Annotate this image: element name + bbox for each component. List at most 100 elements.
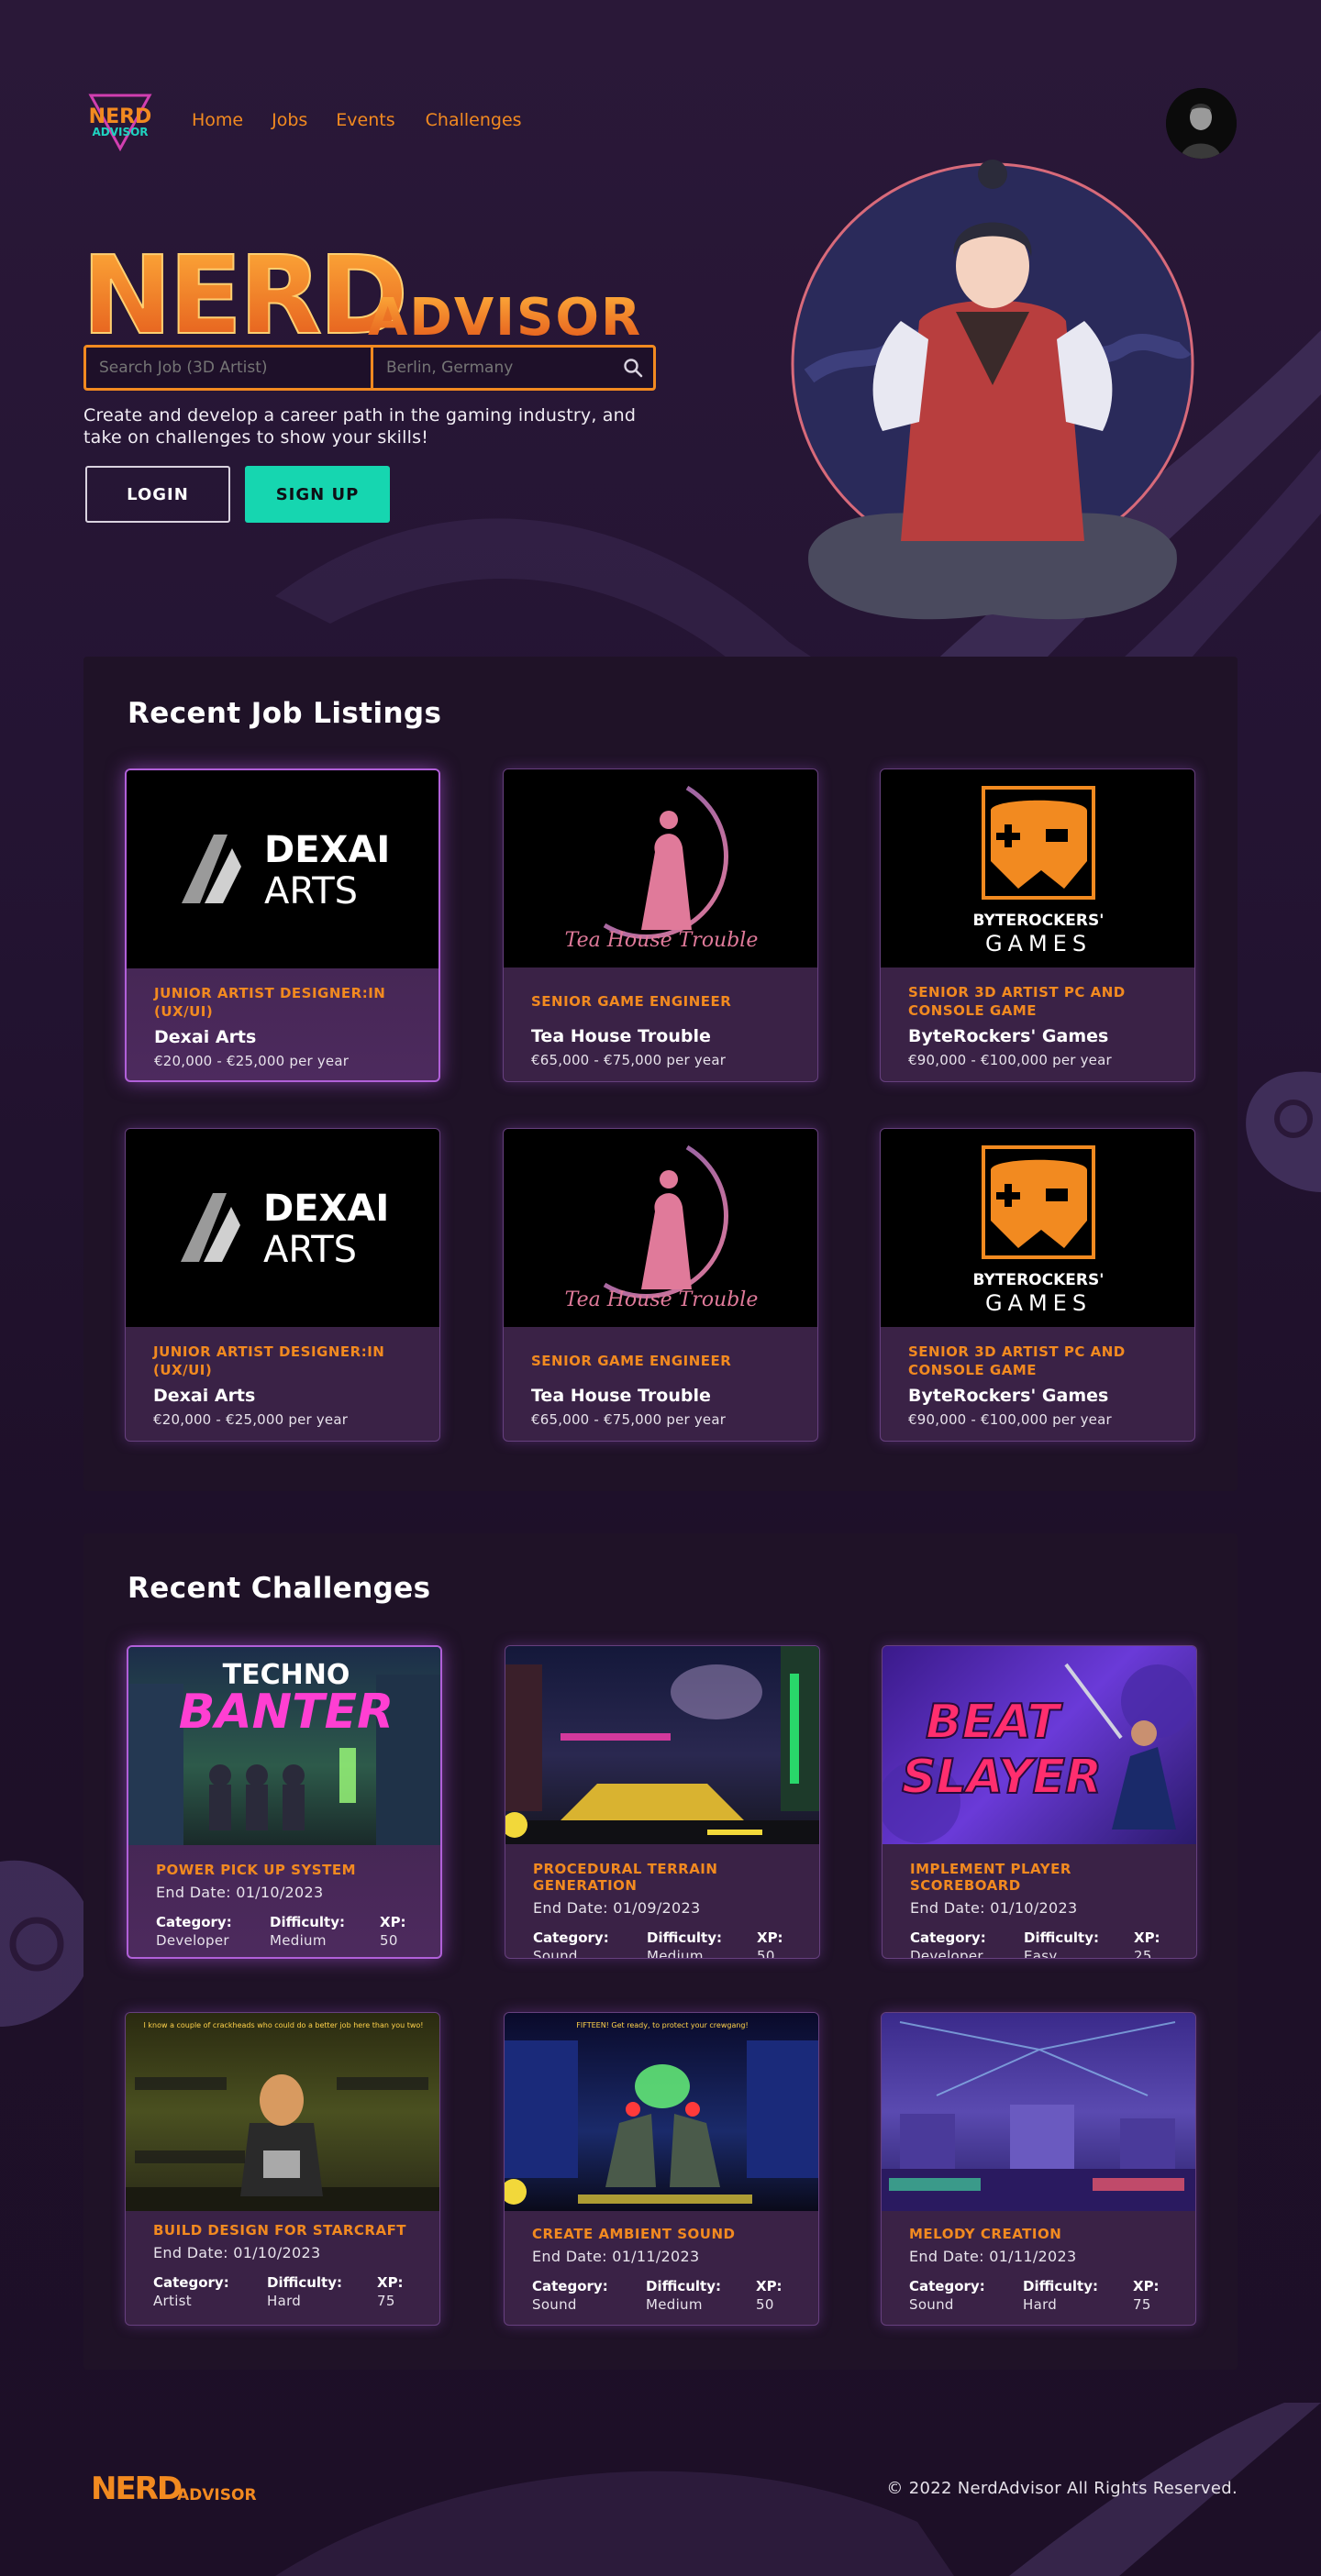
nerdadvisor-logo[interactable]: NERD ADVISOR (83, 88, 157, 152)
footer-logo[interactable]: NERD ADVISOR (91, 2470, 274, 2506)
byterockers-logo-icon: BYTEROCKERS' GAMES (973, 786, 1104, 956)
top-nav: NERD ADVISOR Home Jobs Events Challenges (83, 88, 522, 152)
challenge-meta: Category: Artist Difficulty: Hard XP: 75 (153, 2274, 412, 2309)
category-value: Sound (533, 1948, 578, 1959)
difficulty-value: Medium (647, 1948, 704, 1959)
svg-text:FIFTEEN! Get ready, to protect: FIFTEEN! Get ready, to protect your crew… (576, 2021, 748, 2029)
job-title: SENIOR GAME ENGINEER (531, 993, 732, 1010)
challenge-title: IMPLEMENT PLAYER SCOREBOARD (910, 1861, 1071, 1894)
recent-challenges-panel: Recent Challenges TECHNO BANTER POWER PI… (83, 1533, 1238, 2370)
svg-text:ADVISOR: ADVISOR (177, 2486, 257, 2504)
job-company: ByteRockers' Games (908, 1026, 1109, 1046)
location-input[interactable] (373, 348, 613, 388)
nav-links: Home Jobs Events Challenges (192, 110, 522, 130)
dexai-logo-icon: DEXAI ARTS (182, 829, 390, 912)
svg-text:ADVISOR: ADVISOR (368, 288, 642, 344)
job-title: SENIOR 3D ARTIST PC AND CONSOLE GAME (908, 1343, 1126, 1378)
job-card[interactable]: DEXAI ARTS JUNIOR ARTIST DESIGNER:IN (UX… (125, 1128, 440, 1442)
signup-button[interactable]: SIGN UP (245, 466, 390, 523)
recent-challenges-title: Recent Challenges (128, 1572, 431, 1605)
svg-text:ARTS: ARTS (264, 870, 358, 912)
svg-text:NERD: NERD (91, 2471, 182, 2506)
xp-label: XP: (380, 1914, 406, 1930)
job-search-input[interactable] (86, 348, 373, 388)
job-company: Tea House Trouble (531, 1386, 711, 1406)
xp-value: 75 (377, 2293, 395, 2309)
search-icon (624, 359, 643, 378)
challenge-meta: Category: Developer Difficulty: Easy XP: 25 (910, 1929, 1169, 1958)
nerdadvisor-hero-logo: NERD ADVISOR (82, 243, 642, 344)
starcraft-art: I know a couple of crackheads who could … (126, 2021, 439, 2211)
job-company: Dexai Arts (153, 1386, 256, 1406)
xp-label: XP: (377, 2274, 404, 2291)
challenge-card[interactable]: PROCEDURAL TERRAIN GENERATION End Date: … (505, 1645, 820, 1959)
job-card[interactable]: BYTEROCKERS' GAMES SENIOR 3D ARTIST PC A… (880, 768, 1195, 1082)
svg-text:ARTS: ARTS (263, 1229, 357, 1271)
job-salary: €20,000 - €25,000 per year (154, 1053, 350, 1069)
job-card[interactable]: Tea House Trouble SENIOR GAME ENGINEER T… (503, 768, 818, 1082)
challenge-end-date: End Date: 01/10/2023 (910, 1899, 1078, 1917)
challenge-card[interactable]: MELODY CREATION End Date: 01/11/2023 Cat… (881, 2012, 1196, 2326)
svg-text:GAMES: GAMES (985, 931, 1092, 956)
tea-house-trouble-logo-icon: Tea House Trouble (565, 1144, 758, 1311)
category-label: Category: (909, 2278, 985, 2294)
challenge-image (882, 2013, 1195, 2211)
challenge-card[interactable]: FIFTEEN! Get ready, to protect your crew… (504, 2012, 819, 2326)
nav-jobs[interactable]: Jobs (272, 110, 307, 130)
challenge-image: TECHNO BANTER (128, 1647, 440, 1845)
svg-text:DEXAI: DEXAI (263, 1188, 389, 1230)
challenge-card[interactable]: TECHNO BANTER POWER PICK UP SYSTEM End D… (127, 1645, 442, 1959)
svg-text:BANTER: BANTER (179, 1685, 394, 1740)
category-label: Category: (532, 2278, 608, 2294)
job-title: SENIOR GAME ENGINEER (531, 1353, 732, 1369)
search-button[interactable] (613, 348, 653, 388)
tea-house-trouble-logo-icon: Tea House Trouble (565, 785, 758, 952)
nav-events[interactable]: Events (336, 110, 394, 130)
category-label: Category: (533, 1929, 609, 1946)
svg-text:SLAYER: SLAYER (902, 1750, 1102, 1805)
category-value: Sound (909, 2296, 954, 2313)
svg-text:ADVISOR: ADVISOR (92, 126, 148, 138)
nav-home[interactable]: Home (192, 110, 243, 130)
difficulty-label: Difficulty: (646, 2278, 721, 2294)
company-logo: DEXAI ARTS (126, 1129, 439, 1327)
nav-challenges[interactable]: Challenges (426, 110, 522, 130)
xp-value: 75 (1133, 2296, 1151, 2313)
job-title: JUNIOR ARTIST DESIGNER:IN (UX/UI) (153, 1343, 385, 1378)
job-salary: €90,000 - €100,000 per year (908, 1052, 1112, 1068)
difficulty-label: Difficulty: (267, 2274, 342, 2291)
challenge-image: BEAT SLAYER (883, 1646, 1196, 1844)
hero-tagline: Create and develop a career path in the … (83, 405, 637, 448)
job-title: JUNIOR ARTIST DESIGNER:IN (UX/UI) (154, 985, 386, 1020)
challenge-card[interactable]: BEAT SLAYER IMPLEMENT PLAYER SCOREBOARD … (882, 1645, 1197, 1959)
challenge-title: CREATE AMBIENT SOUND (532, 2226, 736, 2242)
challenge-meta: Category: Developer Difficulty: Medium XP:… (156, 1914, 413, 1949)
company-logo: Tea House Trouble (504, 769, 817, 967)
recent-jobs-title: Recent Job Listings (128, 697, 442, 730)
night-street-art (505, 1646, 819, 1844)
job-card[interactable]: BYTEROCKERS' GAMES SENIOR 3D ARTIST PC A… (880, 1128, 1195, 1442)
login-button[interactable]: LOGIN (85, 466, 230, 523)
job-title: SENIOR 3D ARTIST PC AND CONSOLE GAME (908, 984, 1126, 1019)
job-salary: €20,000 - €25,000 per year (153, 1411, 349, 1428)
challenge-card[interactable]: I know a couple of crackheads who could … (125, 2012, 440, 2326)
svg-text:NERD: NERD (82, 243, 405, 344)
challenge-end-date: End Date: 01/10/2023 (153, 2244, 321, 2261)
copyright-text: © 2022 NerdAdvisor All Rights Reserved. (886, 2479, 1238, 2498)
challenge-title: PROCEDURAL TERRAIN GENERATION (533, 1861, 718, 1894)
xp-value: 50 (756, 2296, 774, 2313)
challenge-end-date: End Date: 01/10/2023 (156, 1884, 324, 1901)
challenge-meta: Category: Sound Difficulty: Medium XP: 50 (533, 1929, 792, 1959)
xp-value: 50 (380, 1932, 398, 1949)
difficulty-label: Difficulty: (270, 1914, 345, 1930)
challenge-end-date: End Date: 01/11/2023 (909, 2248, 1077, 2265)
svg-text:I know a couple of crackheads: I know a couple of crackheads who could … (143, 2021, 423, 2029)
job-salary: €65,000 - €75,000 per year (531, 1052, 727, 1068)
melody-creation-art (882, 2021, 1195, 2211)
dexai-logo-icon: DEXAI ARTS (181, 1188, 389, 1271)
xp-label: XP: (1134, 1929, 1160, 1946)
job-card[interactable]: DEXAI ARTS JUNIOR ARTIST DESIGNER:IN (UX… (125, 768, 440, 1082)
xp-label: XP: (1133, 2278, 1160, 2294)
job-card[interactable]: Tea House Trouble SENIOR GAME ENGINEER T… (503, 1128, 818, 1442)
difficulty-label: Difficulty: (1024, 1929, 1099, 1946)
